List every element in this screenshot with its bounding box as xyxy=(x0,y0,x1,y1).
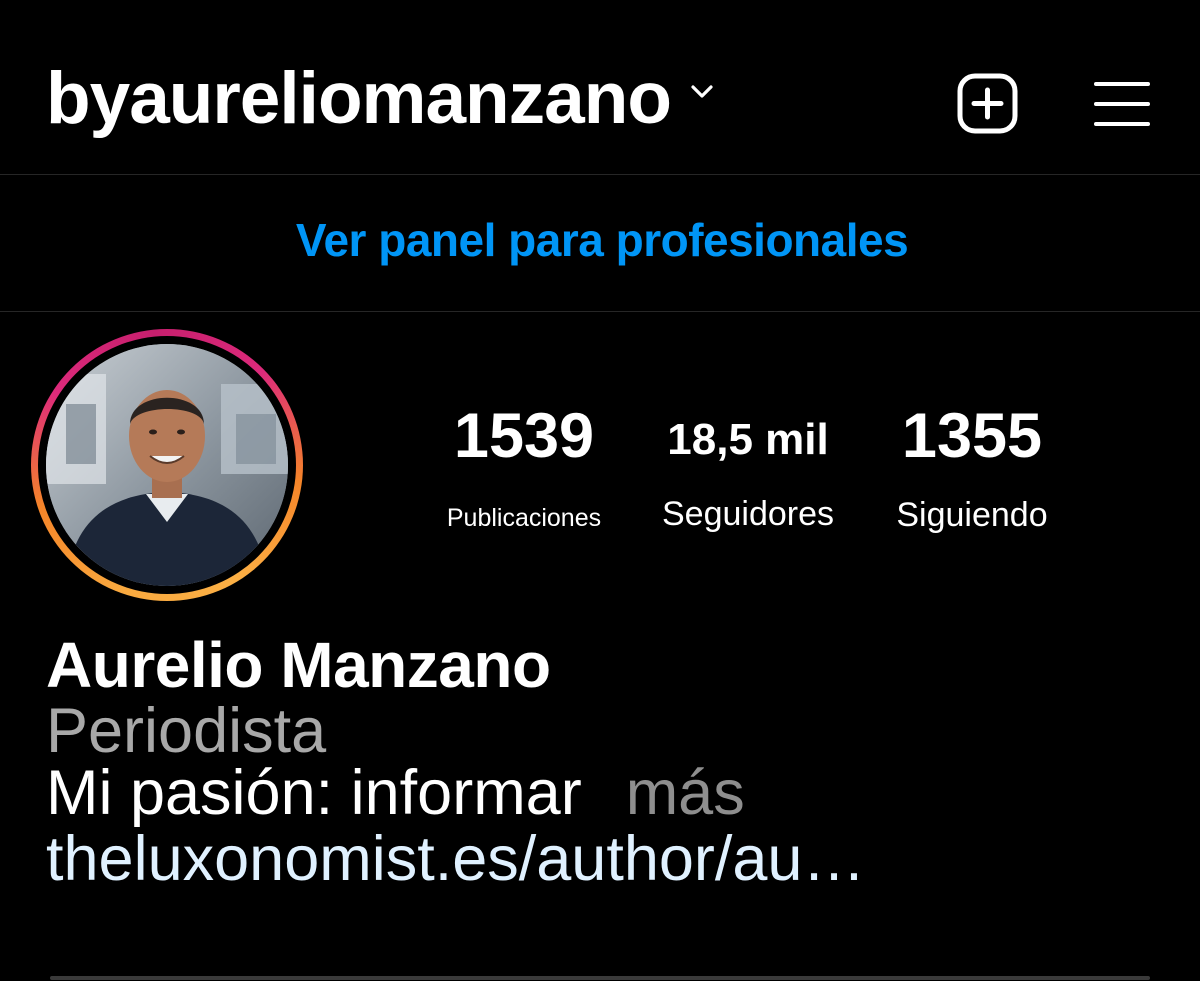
professional-dashboard-link[interactable]: Ver panel para profesionales xyxy=(296,213,909,267)
plus-square-icon[interactable] xyxy=(957,73,1018,134)
more-link[interactable]: más xyxy=(626,758,745,828)
top-header: byaureliomanzano xyxy=(0,0,1200,175)
following-value: 1355 xyxy=(901,401,1043,471)
professional-dashboard-bar: Ver panel para profesionales xyxy=(0,175,1200,312)
username: byaureliomanzano xyxy=(46,58,672,139)
posts-value: 1539 xyxy=(453,401,595,471)
followers-count[interactable]: 18,5 mil Seguidores xyxy=(646,415,850,533)
chevron-down-icon xyxy=(691,84,713,98)
bio-text: Mi pasión: informar xyxy=(46,758,582,828)
followers-value: 18,5 mil xyxy=(667,415,829,464)
posts-count[interactable]: 1539 Publicaciones xyxy=(424,405,624,531)
profile-page: byaureliomanzano Ver panel para profesio… xyxy=(0,0,1200,981)
following-count[interactable]: 1355 Siguiendo xyxy=(870,401,1074,534)
avatar xyxy=(46,344,288,586)
profile-photo xyxy=(46,344,288,586)
followers-label: Seguidores xyxy=(661,495,834,533)
hamburger-menu-icon[interactable] xyxy=(1094,80,1150,128)
category-label: Periodista xyxy=(46,696,327,766)
posts-label: Publicaciones xyxy=(446,504,602,532)
bio-text-line: Mi pasión: informar más xyxy=(46,760,1166,826)
following-label: Siguiendo xyxy=(896,496,1048,534)
full-name: Aurelio Manzano xyxy=(46,629,551,701)
story-ring[interactable] xyxy=(31,329,303,601)
account-switcher[interactable]: byaureliomanzano xyxy=(46,62,713,135)
profile-bio: Aurelio Manzano Periodista Mi pasión: in… xyxy=(46,628,1166,892)
website-link[interactable]: theluxonomist.es/author/au… xyxy=(46,826,1166,892)
bottom-divider xyxy=(50,976,1150,980)
